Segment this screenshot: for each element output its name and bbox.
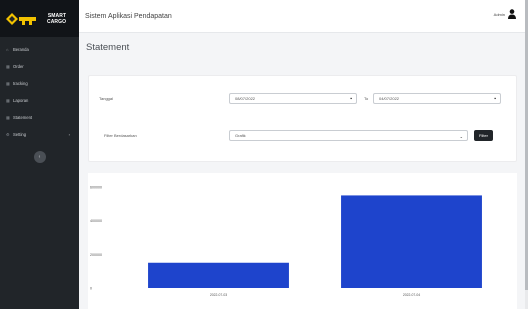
- gear-icon: ⚙: [6, 132, 10, 137]
- bar-chart: 0 200000 400000 600000 2022-07-03 2022-07-04: [90, 186, 482, 297]
- filter-select[interactable]: Grafik ⌄: [229, 130, 468, 141]
- y-tick-label: 0: [90, 287, 92, 291]
- sidebar-item-label: Statement: [13, 115, 33, 120]
- brand[interactable]: SMART CARGO: [0, 0, 79, 37]
- chevron-right-icon: ›: [68, 132, 70, 137]
- brand-line2: CARGO: [47, 18, 67, 25]
- date-from-input[interactable]: 08/07/2022 ▪: [229, 93, 357, 104]
- sidebar-item-setting[interactable]: ⚙ Setting ›: [0, 126, 79, 143]
- sidebar-item-label: Laporan: [13, 98, 29, 103]
- app-title: Sistem Aplikasi Pendapatan: [85, 12, 172, 20]
- table-icon: ▦: [6, 115, 10, 120]
- sidebar: SMART CARGO ⌂ Beranda ▦ Order ▦ tracking…: [0, 0, 79, 309]
- filter-select-value: Grafik: [235, 133, 246, 138]
- filter-berdasarkan-label: Filter Berdasarkan: [104, 133, 137, 138]
- sidebar-toggle-button[interactable]: ‹: [33, 151, 46, 163]
- y-tick-label: 400000: [90, 219, 102, 223]
- sidebar-nav: ⌂ Beranda ▦ Order ▦ tracking ▦ Laporan ▦…: [0, 37, 79, 143]
- date-from-value: 08/07/2022: [235, 96, 256, 101]
- bar: [148, 262, 289, 288]
- to-label: To: [364, 96, 369, 101]
- chevron-down-icon: ⌄: [459, 134, 463, 139]
- y-tick-label: 200000: [90, 253, 102, 257]
- sidebar-item-order[interactable]: ▦ Order: [0, 58, 79, 75]
- calendar-icon[interactable]: ▪: [494, 96, 496, 102]
- page-title: Statement: [86, 42, 130, 53]
- y-tick-label: 600000: [90, 186, 102, 190]
- filter-button[interactable]: Filter: [474, 130, 493, 141]
- home-icon: ⌂: [6, 47, 9, 52]
- chevron-left-icon: ‹: [38, 154, 41, 160]
- date-to-input[interactable]: 04/07/2022 ▪: [373, 93, 501, 104]
- sidebar-item-label: Beranda: [13, 47, 29, 52]
- user-menu[interactable]: Admin: [494, 9, 516, 19]
- table-icon: ▦: [6, 64, 10, 69]
- topbar: Sistem Aplikasi Pendapatan Admin: [79, 0, 528, 33]
- sidebar-item-laporan[interactable]: ▦ Laporan: [0, 92, 79, 109]
- brand-line1: SMART: [47, 12, 67, 19]
- filter-card: Tanggal 08/07/2022 ▪ To 04/07/2022 ▪ Fil…: [88, 75, 517, 162]
- user-name: Admin: [493, 11, 505, 17]
- calendar-icon[interactable]: ▪: [350, 96, 352, 102]
- sidebar-item-label: Setting: [13, 132, 27, 137]
- main-content: Statement Tanggal 08/07/2022 ▪ To 04/07/…: [79, 33, 528, 309]
- sidebar-item-label: tracking: [13, 81, 28, 86]
- chart-card: 0 200000 400000 600000 2022-07-03 2022-07-04: [88, 173, 517, 309]
- table-icon: ▦: [6, 98, 10, 103]
- tanggal-label: Tanggal: [99, 96, 114, 101]
- sidebar-item-label: Order: [13, 64, 24, 69]
- brand-name: SMART CARGO: [47, 13, 66, 25]
- table-icon: ▦: [6, 81, 10, 86]
- x-tick-label: 2022-07-04: [403, 293, 420, 297]
- bar: [341, 195, 482, 288]
- x-tick-label: 2022-07-03: [210, 293, 227, 297]
- sidebar-item-tracking[interactable]: ▦ tracking: [0, 75, 79, 92]
- sidebar-item-statement[interactable]: ▦ Statement: [0, 109, 79, 126]
- sidebar-item-beranda[interactable]: ⌂ Beranda: [0, 41, 79, 58]
- user-icon: [508, 9, 516, 19]
- date-to-value: 04/07/2022: [379, 96, 400, 101]
- smart-cargo-logo: [6, 12, 36, 25]
